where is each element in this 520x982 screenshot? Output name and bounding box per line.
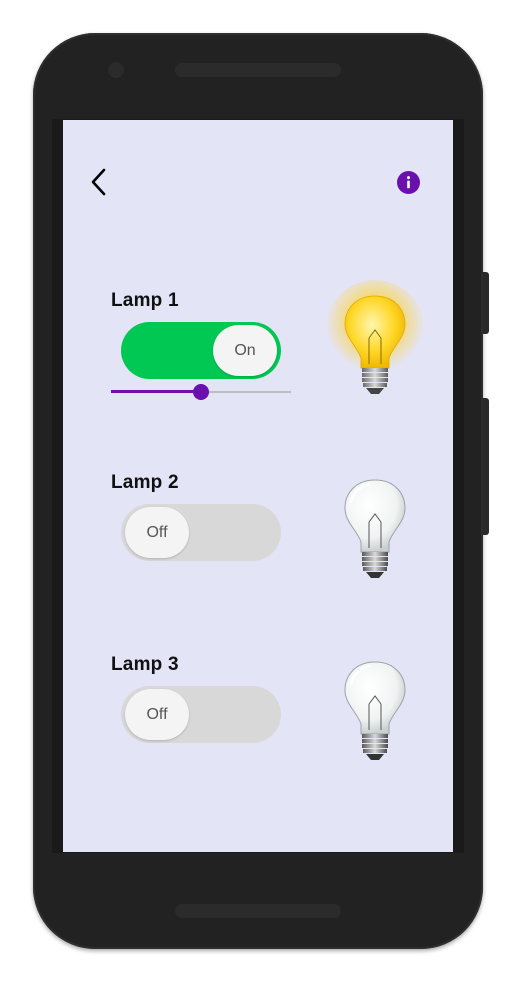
info-button[interactable] [397,171,420,194]
toggle-knob: Off [125,507,189,558]
earpiece-speaker [175,63,341,77]
volume-button [483,398,489,535]
toggle-knob: On [213,325,277,376]
unlit-bulb-icon [344,661,406,760]
lamp-label: Lamp 2 [111,472,179,493]
front-camera [108,62,124,78]
lamp-row-2: Lamp 2 Off [63,472,453,622]
power-button [483,272,489,334]
chevron-left-icon [91,168,106,196]
lamp-label: Lamp 3 [111,654,179,675]
slider-thumb[interactable] [193,384,209,400]
lit-bulb-icon [325,280,425,394]
toggle-knob: Off [125,689,189,740]
app-screen: Lamp 1 On Lamp 2 Off Lamp 3 Off [63,120,453,852]
info-icon [407,176,410,189]
bottom-speaker [175,904,341,918]
lamp-row-3: Lamp 3 Off [63,654,453,804]
unlit-bulb-icon [344,479,406,578]
lamp-label: Lamp 1 [111,290,179,311]
slider-fill [111,390,201,393]
lamp-row-1: Lamp 1 On [63,280,453,440]
lamp-1-toggle[interactable]: On [121,322,281,379]
back-button[interactable] [85,164,115,200]
lamp-2-toggle[interactable]: Off [121,504,281,561]
lamp-3-toggle[interactable]: Off [121,686,281,743]
lamp-1-brightness-slider[interactable] [111,382,291,402]
